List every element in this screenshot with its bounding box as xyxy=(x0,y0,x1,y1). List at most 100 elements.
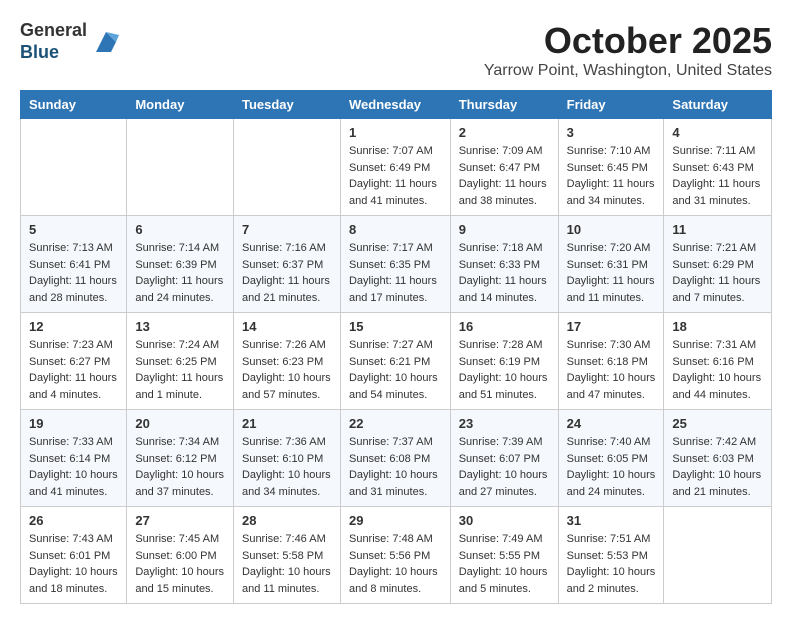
sunset: Sunset: 6:25 PM xyxy=(135,356,216,368)
sunrise: Sunrise: 7:36 AM xyxy=(242,436,326,448)
calendar-cell: 28 Sunrise: 7:46 AM Sunset: 5:58 PM Dayl… xyxy=(233,507,340,604)
header-wednesday: Wednesday xyxy=(340,91,450,119)
day-number: 9 xyxy=(459,222,550,237)
calendar-cell: 3 Sunrise: 7:10 AM Sunset: 6:45 PM Dayli… xyxy=(558,119,664,216)
calendar-cell: 6 Sunrise: 7:14 AM Sunset: 6:39 PM Dayli… xyxy=(127,216,234,313)
location: Yarrow Point, Washington, United States xyxy=(484,62,772,80)
sunset: Sunset: 6:07 PM xyxy=(459,453,540,465)
calendar-cell: 11 Sunrise: 7:21 AM Sunset: 6:29 PM Dayl… xyxy=(664,216,772,313)
day-number: 17 xyxy=(567,319,656,334)
sunset: Sunset: 6:33 PM xyxy=(459,259,540,271)
day-info: Sunrise: 7:20 AM Sunset: 6:31 PM Dayligh… xyxy=(567,240,656,306)
sunset: Sunset: 6:39 PM xyxy=(135,259,216,271)
sunrise: Sunrise: 7:28 AM xyxy=(459,339,543,351)
sunset: Sunset: 6:41 PM xyxy=(29,259,110,271)
sunrise: Sunrise: 7:18 AM xyxy=(459,242,543,254)
sunrise: Sunrise: 7:39 AM xyxy=(459,436,543,448)
sunset: Sunset: 5:56 PM xyxy=(349,550,430,562)
daylight: Daylight: 11 hours and 1 minute. xyxy=(135,372,223,401)
day-info: Sunrise: 7:48 AM Sunset: 5:56 PM Dayligh… xyxy=(349,531,442,597)
day-number: 16 xyxy=(459,319,550,334)
day-info: Sunrise: 7:40 AM Sunset: 6:05 PM Dayligh… xyxy=(567,434,656,500)
daylight: Daylight: 10 hours and 18 minutes. xyxy=(29,566,118,595)
sunrise: Sunrise: 7:17 AM xyxy=(349,242,433,254)
sunrise: Sunrise: 7:43 AM xyxy=(29,533,113,545)
daylight: Daylight: 11 hours and 11 minutes. xyxy=(567,275,655,304)
sunrise: Sunrise: 7:42 AM xyxy=(672,436,756,448)
calendar-cell: 21 Sunrise: 7:36 AM Sunset: 6:10 PM Dayl… xyxy=(233,410,340,507)
sunrise: Sunrise: 7:45 AM xyxy=(135,533,219,545)
daylight: Daylight: 11 hours and 17 minutes. xyxy=(349,275,437,304)
sunrise: Sunrise: 7:20 AM xyxy=(567,242,651,254)
sunset: Sunset: 6:01 PM xyxy=(29,550,110,562)
sunrise: Sunrise: 7:51 AM xyxy=(567,533,651,545)
calendar-cell: 26 Sunrise: 7:43 AM Sunset: 6:01 PM Dayl… xyxy=(21,507,127,604)
sunrise: Sunrise: 7:14 AM xyxy=(135,242,219,254)
calendar-week-row: 12 Sunrise: 7:23 AM Sunset: 6:27 PM Dayl… xyxy=(21,313,772,410)
day-number: 3 xyxy=(567,125,656,140)
daylight: Daylight: 10 hours and 27 minutes. xyxy=(459,469,548,498)
day-info: Sunrise: 7:46 AM Sunset: 5:58 PM Dayligh… xyxy=(242,531,332,597)
day-info: Sunrise: 7:09 AM Sunset: 6:47 PM Dayligh… xyxy=(459,143,550,209)
daylight: Daylight: 10 hours and 44 minutes. xyxy=(672,372,761,401)
sunset: Sunset: 6:43 PM xyxy=(672,162,753,174)
calendar-week-row: 19 Sunrise: 7:33 AM Sunset: 6:14 PM Dayl… xyxy=(21,410,772,507)
sunrise: Sunrise: 7:48 AM xyxy=(349,533,433,545)
day-info: Sunrise: 7:11 AM Sunset: 6:43 PM Dayligh… xyxy=(672,143,763,209)
day-number: 23 xyxy=(459,416,550,431)
sunrise: Sunrise: 7:49 AM xyxy=(459,533,543,545)
sunrise: Sunrise: 7:23 AM xyxy=(29,339,113,351)
daylight: Daylight: 11 hours and 21 minutes. xyxy=(242,275,330,304)
sunrise: Sunrise: 7:31 AM xyxy=(672,339,756,351)
sunset: Sunset: 5:55 PM xyxy=(459,550,540,562)
day-info: Sunrise: 7:43 AM Sunset: 6:01 PM Dayligh… xyxy=(29,531,118,597)
logo-blue-text: Blue xyxy=(20,42,87,64)
calendar-cell xyxy=(233,119,340,216)
day-info: Sunrise: 7:07 AM Sunset: 6:49 PM Dayligh… xyxy=(349,143,442,209)
day-number: 13 xyxy=(135,319,225,334)
calendar-cell: 30 Sunrise: 7:49 AM Sunset: 5:55 PM Dayl… xyxy=(450,507,558,604)
sunrise: Sunrise: 7:33 AM xyxy=(29,436,113,448)
day-number: 31 xyxy=(567,513,656,528)
calendar-cell: 7 Sunrise: 7:16 AM Sunset: 6:37 PM Dayli… xyxy=(233,216,340,313)
day-info: Sunrise: 7:51 AM Sunset: 5:53 PM Dayligh… xyxy=(567,531,656,597)
calendar-cell: 1 Sunrise: 7:07 AM Sunset: 6:49 PM Dayli… xyxy=(340,119,450,216)
day-info: Sunrise: 7:49 AM Sunset: 5:55 PM Dayligh… xyxy=(459,531,550,597)
sunrise: Sunrise: 7:34 AM xyxy=(135,436,219,448)
day-number: 14 xyxy=(242,319,332,334)
daylight: Daylight: 11 hours and 41 minutes. xyxy=(349,178,437,207)
daylight: Daylight: 11 hours and 34 minutes. xyxy=(567,178,655,207)
daylight: Daylight: 11 hours and 38 minutes. xyxy=(459,178,547,207)
day-info: Sunrise: 7:27 AM Sunset: 6:21 PM Dayligh… xyxy=(349,337,442,403)
day-info: Sunrise: 7:23 AM Sunset: 6:27 PM Dayligh… xyxy=(29,337,118,403)
daylight: Daylight: 10 hours and 5 minutes. xyxy=(459,566,548,595)
daylight: Daylight: 10 hours and 31 minutes. xyxy=(349,469,438,498)
calendar-week-row: 5 Sunrise: 7:13 AM Sunset: 6:41 PM Dayli… xyxy=(21,216,772,313)
sunrise: Sunrise: 7:07 AM xyxy=(349,145,433,157)
day-number: 27 xyxy=(135,513,225,528)
sunrise: Sunrise: 7:09 AM xyxy=(459,145,543,157)
calendar-table: Sunday Monday Tuesday Wednesday Thursday… xyxy=(20,90,772,604)
logo: General Blue xyxy=(20,20,121,63)
daylight: Daylight: 10 hours and 2 minutes. xyxy=(567,566,656,595)
day-number: 6 xyxy=(135,222,225,237)
sunrise: Sunrise: 7:37 AM xyxy=(349,436,433,448)
sunset: Sunset: 5:53 PM xyxy=(567,550,648,562)
day-info: Sunrise: 7:17 AM Sunset: 6:35 PM Dayligh… xyxy=(349,240,442,306)
day-number: 30 xyxy=(459,513,550,528)
sunset: Sunset: 6:45 PM xyxy=(567,162,648,174)
sunset: Sunset: 6:29 PM xyxy=(672,259,753,271)
day-info: Sunrise: 7:31 AM Sunset: 6:16 PM Dayligh… xyxy=(672,337,763,403)
sunset: Sunset: 6:31 PM xyxy=(567,259,648,271)
sunrise: Sunrise: 7:40 AM xyxy=(567,436,651,448)
calendar-cell: 16 Sunrise: 7:28 AM Sunset: 6:19 PM Dayl… xyxy=(450,313,558,410)
calendar-cell: 19 Sunrise: 7:33 AM Sunset: 6:14 PM Dayl… xyxy=(21,410,127,507)
day-info: Sunrise: 7:26 AM Sunset: 6:23 PM Dayligh… xyxy=(242,337,332,403)
day-info: Sunrise: 7:33 AM Sunset: 6:14 PM Dayligh… xyxy=(29,434,118,500)
sunset: Sunset: 6:27 PM xyxy=(29,356,110,368)
day-info: Sunrise: 7:39 AM Sunset: 6:07 PM Dayligh… xyxy=(459,434,550,500)
day-info: Sunrise: 7:18 AM Sunset: 6:33 PM Dayligh… xyxy=(459,240,550,306)
daylight: Daylight: 10 hours and 11 minutes. xyxy=(242,566,331,595)
sunset: Sunset: 6:35 PM xyxy=(349,259,430,271)
day-number: 24 xyxy=(567,416,656,431)
